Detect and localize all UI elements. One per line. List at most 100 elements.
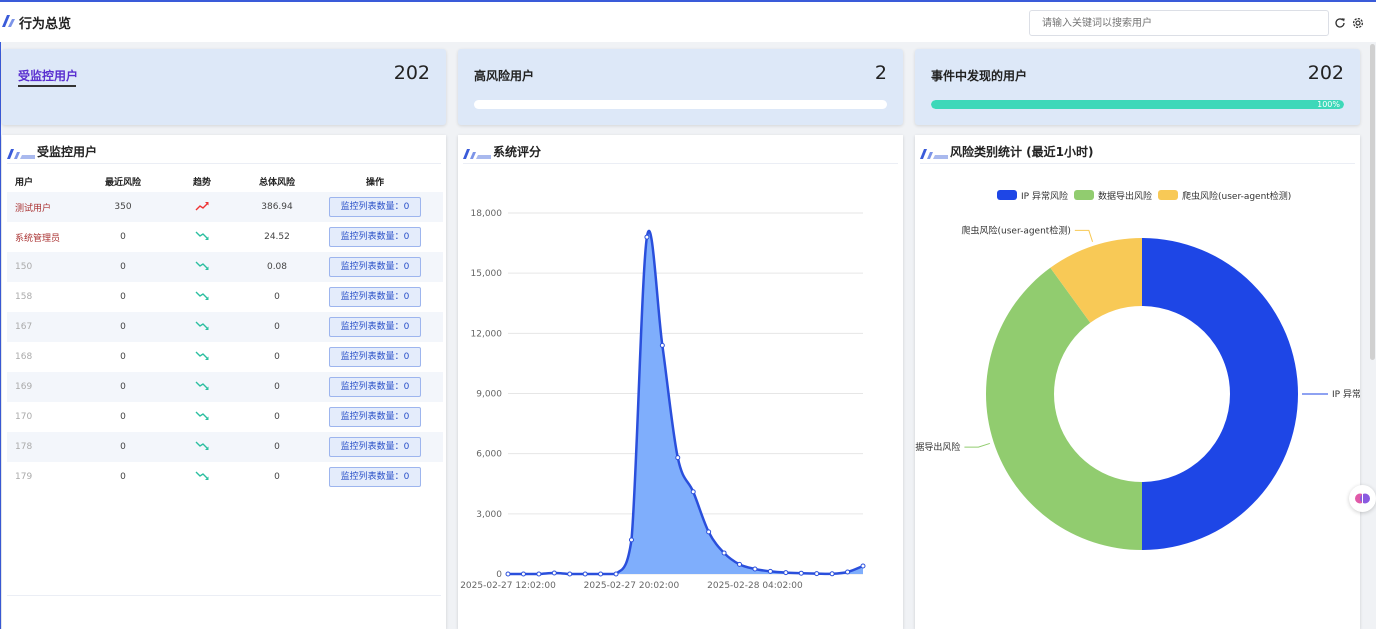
table-row[interactable]: 169 0 0 监控列表数量：0 [7, 372, 443, 402]
card-monitored-users[interactable]: 受监控用户 202 [2, 49, 446, 125]
legend-swatch[interactable] [1158, 190, 1178, 200]
table-row[interactable]: 168 0 0 监控列表数量：0 [7, 342, 443, 372]
monitor-list-button[interactable]: 监控列表数量：0 [329, 227, 421, 247]
user-name[interactable]: 178 [7, 432, 89, 462]
data-point[interactable] [551, 570, 557, 576]
user-name[interactable]: 系统管理员 [7, 222, 89, 252]
user-name[interactable]: 168 [7, 342, 89, 372]
data-point[interactable] [520, 571, 526, 577]
card-high-risk-users[interactable]: 高风险用户 2 [458, 49, 903, 125]
user-name[interactable]: 179 [7, 462, 89, 492]
user-name[interactable]: 150 [7, 252, 89, 282]
table-row[interactable]: 150 0 0.08 监控列表数量：0 [7, 252, 443, 282]
data-point[interactable] [845, 569, 851, 575]
data-point[interactable] [783, 570, 789, 576]
gear-icon[interactable] [1351, 16, 1365, 30]
user-name[interactable]: 158 [7, 282, 89, 312]
data-point[interactable] [798, 570, 804, 576]
data-point[interactable] [737, 561, 743, 567]
user-name-text[interactable]: 150 [15, 262, 32, 272]
user-name[interactable]: 测试用户 [7, 192, 89, 222]
search-input[interactable] [1029, 10, 1329, 36]
table-row[interactable]: 系统管理员 0 24.52 监控列表数量：0 [7, 222, 443, 252]
action-cell: 监控列表数量：0 [307, 252, 443, 282]
legend-label[interactable]: 数据导出风险 [1098, 190, 1152, 202]
users-panel: 受监控用户 用户 最近风险 趋势 总体风险 操作 测试用户 350 386.94 监控… [2, 135, 446, 629]
column-header[interactable]: 最近风险 [89, 170, 157, 192]
user-name[interactable]: 169 [7, 372, 89, 402]
monitor-list-button[interactable]: 监控列表数量：0 [329, 407, 421, 427]
action-cell: 监控列表数量：0 [307, 282, 443, 312]
column-header[interactable]: 用户 [7, 170, 89, 192]
data-point[interactable] [659, 342, 665, 348]
pie-slice[interactable] [986, 267, 1142, 550]
data-point[interactable] [814, 571, 820, 577]
refresh-icon[interactable] [1333, 16, 1347, 30]
data-point[interactable] [536, 571, 542, 577]
assistant-button[interactable] [1349, 485, 1376, 512]
monitor-list-button[interactable]: 监控列表数量：0 [329, 437, 421, 457]
action-cell: 监控列表数量：0 [307, 432, 443, 462]
page-scrollbar[interactable] [1370, 44, 1375, 360]
user-name-text[interactable]: 169 [15, 382, 32, 392]
data-point[interactable] [598, 571, 604, 577]
user-name-text[interactable]: 测试用户 [15, 204, 51, 214]
column-header[interactable]: 总体风险 [247, 170, 307, 192]
column-header[interactable]: 趋势 [157, 170, 247, 192]
trend-down-icon [195, 471, 209, 480]
monitor-list-button[interactable]: 监控列表数量：0 [329, 257, 421, 277]
table-row[interactable]: 158 0 0 监控列表数量：0 [7, 282, 443, 312]
table-row[interactable]: 178 0 0 监控列表数量：0 [7, 432, 443, 462]
monitor-list-button[interactable]: 监控列表数量：0 [329, 347, 421, 367]
monitor-list-button[interactable]: 监控列表数量：0 [329, 287, 421, 307]
user-name-text[interactable]: 158 [15, 292, 32, 302]
monitor-list-button[interactable]: 监控列表数量：0 [329, 377, 421, 397]
user-name-text[interactable]: 170 [15, 412, 32, 422]
data-point[interactable] [752, 566, 758, 572]
monitor-list-button[interactable]: 监控列表数量：0 [329, 467, 421, 487]
trend-cell [157, 252, 247, 282]
risk-donut-chart[interactable]: IP 异常风险数据导出风险爬虫风险(user-agent检测)IP 异常风险数据… [915, 165, 1360, 629]
data-point[interactable] [644, 234, 650, 240]
pie-slice[interactable] [1142, 238, 1298, 550]
user-name-text[interactable]: 系统管理员 [15, 234, 60, 244]
column-header[interactable]: 操作 [307, 170, 443, 192]
data-point[interactable] [628, 537, 634, 543]
data-point[interactable] [860, 563, 866, 569]
user-name[interactable]: 167 [7, 312, 89, 342]
legend-label[interactable]: 爬虫风险(user-agent检测) [1182, 190, 1291, 202]
user-name-text[interactable]: 168 [15, 352, 32, 362]
data-point[interactable] [767, 568, 773, 574]
trend-down-icon [195, 411, 209, 420]
user-name-text[interactable]: 178 [15, 442, 32, 452]
title-bar-icon [463, 148, 491, 159]
card-label: 高风险用户 [474, 69, 535, 83]
user-name-text[interactable]: 167 [15, 322, 32, 332]
table-row[interactable]: 179 0 0 监控列表数量：0 [7, 462, 443, 492]
table-row[interactable]: 测试用户 350 386.94 监控列表数量：0 [7, 192, 443, 222]
total-risk: 0 [274, 472, 280, 482]
divider [463, 163, 898, 164]
data-point[interactable] [582, 571, 588, 577]
user-name-text[interactable]: 179 [15, 472, 32, 482]
data-point[interactable] [829, 571, 835, 577]
monitor-list-button[interactable]: 监控列表数量：0 [329, 317, 421, 337]
data-point[interactable] [567, 571, 573, 577]
data-point[interactable] [690, 489, 696, 495]
table-row[interactable]: 170 0 0 监控列表数量：0 [7, 402, 443, 432]
slice-label: 爬虫风险(user-agent检测) [962, 224, 1071, 236]
card-event-users[interactable]: 事件中发现的用户 202 100% [915, 49, 1360, 125]
user-name[interactable]: 170 [7, 402, 89, 432]
legend-label[interactable]: IP 异常风险 [1021, 190, 1068, 202]
score-area-chart[interactable]: 0 3,000 6,000 9,000 12,000 15,000 18,000 2025-0… [458, 165, 903, 629]
data-point[interactable] [721, 550, 727, 556]
recent-risk: 0 [120, 232, 126, 242]
data-point[interactable] [613, 571, 619, 577]
legend-swatch[interactable] [1074, 190, 1094, 200]
table-row[interactable]: 167 0 0 监控列表数量：0 [7, 312, 443, 342]
data-point[interactable] [675, 455, 681, 461]
data-point[interactable] [706, 529, 712, 535]
legend-swatch[interactable] [997, 190, 1017, 200]
data-point[interactable] [505, 571, 511, 577]
monitor-list-button[interactable]: 监控列表数量：0 [329, 197, 421, 217]
